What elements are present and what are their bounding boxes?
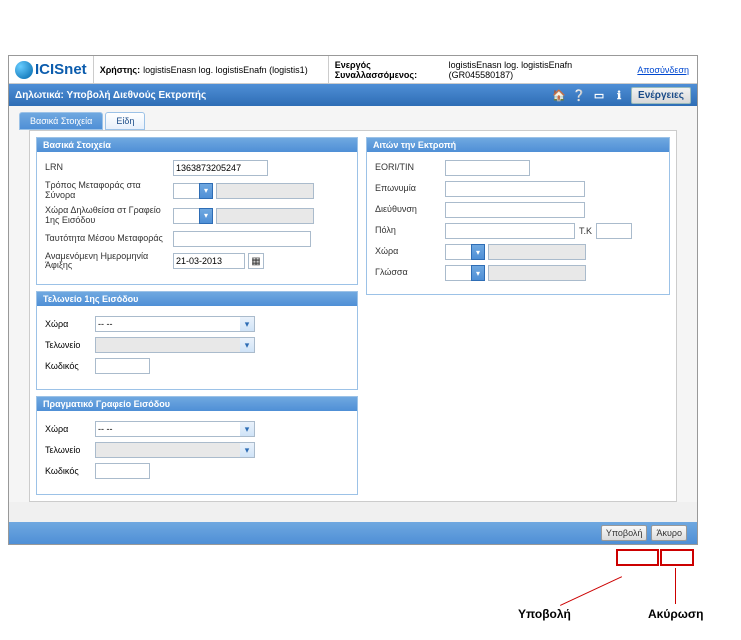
customs1-country-label: Χώρα xyxy=(45,319,95,329)
panel-customs1-heading: Τελωνείο 1ης Εισόδου xyxy=(37,292,357,306)
city-label: Πόλη xyxy=(375,226,445,236)
collapse-icon[interactable]: ▭ xyxy=(591,87,607,103)
country-decl-combo[interactable]: ▾ xyxy=(173,208,213,224)
address-input[interactable] xyxy=(445,202,585,218)
city-input[interactable] xyxy=(445,223,575,239)
chevron-down-icon[interactable]: ▾ xyxy=(471,244,485,260)
submit-button[interactable]: Υποβολή xyxy=(601,525,648,541)
user-value: logistisEnasn log. logistisEnafn (logist… xyxy=(143,65,308,75)
customs2-office-label: Τελωνείο xyxy=(45,445,95,455)
globe-icon xyxy=(15,61,33,79)
info-icon[interactable]: ℹ xyxy=(611,87,627,103)
tabs-row: Βασικά Στοιχεία Είδη Βασικά Στοιχεία LRN xyxy=(9,106,697,502)
chevron-down-icon[interactable]: ▾ xyxy=(240,421,255,437)
lang-readonly xyxy=(488,265,586,281)
country-decl-readonly xyxy=(216,208,314,224)
annotation-akyrosi: Ακύρωση xyxy=(648,607,703,621)
user-info: Χρήστης: logistisEnasn log. logistisEnaf… xyxy=(93,56,328,83)
customs1-office-label: Τελωνείο xyxy=(45,340,95,350)
eori-label: EORI/TIN xyxy=(375,163,445,173)
chevron-down-icon[interactable]: ▾ xyxy=(199,183,213,199)
customs2-country-select[interactable]: ▾ xyxy=(95,421,255,437)
active-trader-info: Ενεργός Συναλλασσόμενος: logistisEnasn l… xyxy=(328,56,630,83)
panel-customs2-heading: Πραγματικό Γραφείο Εισόδου xyxy=(37,397,357,411)
customs2-code-label: Κωδικός xyxy=(45,466,95,476)
lang-label: Γλώσσα xyxy=(375,268,445,278)
appl-country-combo[interactable]: ▾ xyxy=(445,244,485,260)
eori-input[interactable] xyxy=(445,160,530,176)
customs1-code-input[interactable] xyxy=(95,358,150,374)
chevron-down-icon[interactable]: ▾ xyxy=(240,316,255,332)
expected-date-label: Αναμενόμενη Ημερομηνία Άφιξης xyxy=(45,252,173,272)
appl-country-label: Χώρα xyxy=(375,247,445,257)
lang-combo[interactable]: ▾ xyxy=(445,265,485,281)
tab-basic[interactable]: Βασικά Στοιχεία xyxy=(19,112,103,130)
transport-readonly xyxy=(216,183,314,199)
chevron-down-icon[interactable]: ▾ xyxy=(240,337,255,353)
transport-id-input[interactable] xyxy=(173,231,311,247)
transport-id-label: Ταυτότητα Μέσου Μεταφοράς xyxy=(45,234,173,244)
cancel-button[interactable]: Άκυρο xyxy=(651,525,687,541)
transport-label: Τρόπος Μεταφοράς στα Σύνορα xyxy=(45,181,173,201)
active-label: Ενεργός Συναλλασσόμενος: xyxy=(335,60,446,80)
panel-applicant-heading: Αιτών την Εκτροπή xyxy=(367,138,669,152)
user-label: Χρήστης: xyxy=(100,65,140,75)
panel-customs1: Τελωνείο 1ης Εισόδου Χώρα ▾ Τελωνείο xyxy=(36,291,358,390)
home-icon[interactable]: 🏠 xyxy=(551,87,567,103)
tk-input[interactable] xyxy=(596,223,632,239)
customs2-office-select[interactable]: ▾ xyxy=(95,442,255,458)
active-value: logistisEnasn log. logistisEnafn (GR0455… xyxy=(449,60,624,80)
panel-basic: Βασικά Στοιχεία LRN Τρόπος Μεταφοράς στα… xyxy=(36,137,358,285)
lrn-input[interactable] xyxy=(173,160,268,176)
address-label: Διεύθυνση xyxy=(375,205,445,215)
chevron-down-icon[interactable]: ▾ xyxy=(471,265,485,281)
appl-country-readonly xyxy=(488,244,586,260)
panel-customs2: Πραγματικό Γραφείο Εισόδου Χώρα ▾ Τελωνε… xyxy=(36,396,358,495)
customs1-office-select[interactable]: ▾ xyxy=(95,337,255,353)
logo: ICISnet xyxy=(9,61,93,79)
customs2-code-input[interactable] xyxy=(95,463,150,479)
customs1-country-select[interactable]: ▾ xyxy=(95,316,255,332)
transport-combo[interactable]: ▾ xyxy=(173,183,213,199)
name-input[interactable] xyxy=(445,181,585,197)
app-header: ICISnet Χρήστης: logistisEnasn log. logi… xyxy=(9,56,697,84)
footer-bar: Υποβολή Άκυρο xyxy=(9,522,697,544)
logo-text: ICISnet xyxy=(35,61,87,78)
lrn-label: LRN xyxy=(45,163,173,173)
tab-items[interactable]: Είδη xyxy=(105,112,145,130)
tk-label: Τ.Κ xyxy=(579,226,592,236)
content-area: Βασικά Στοιχεία LRN Τρόπος Μεταφοράς στα… xyxy=(29,130,677,502)
help-icon[interactable]: ❔ xyxy=(571,87,587,103)
calendar-icon[interactable]: ▦ xyxy=(248,253,264,269)
chevron-down-icon[interactable]: ▾ xyxy=(199,208,213,224)
logout-link[interactable]: Αποσύνδεση xyxy=(629,65,697,75)
actions-button[interactable]: Ενέργειες xyxy=(631,87,691,104)
expected-date-input[interactable] xyxy=(173,253,245,269)
name-label: Επωνυμία xyxy=(375,184,445,194)
panel-applicant: Αιτών την Εκτροπή EORI/TIN Επωνυμία xyxy=(366,137,670,295)
customs2-country-label: Χώρα xyxy=(45,424,95,434)
customs1-code-label: Κωδικός xyxy=(45,361,95,371)
annotation-ypovoli: Υποβολή xyxy=(518,607,571,621)
chevron-down-icon[interactable]: ▾ xyxy=(240,442,255,458)
page-title: Δηλωτικά: Υποβολή Διεθνούς Εκτροπής xyxy=(15,90,206,101)
panel-basic-heading: Βασικά Στοιχεία xyxy=(37,138,357,152)
country-decl-label: Χώρα Δηλωθείσα στ Γραφείο 1ης Εισόδου xyxy=(45,206,173,226)
app-window: ICISnet Χρήστης: logistisEnasn log. logi… xyxy=(8,55,698,545)
titlebar: Δηλωτικά: Υποβολή Διεθνούς Εκτροπής 🏠 ❔ … xyxy=(9,84,697,106)
